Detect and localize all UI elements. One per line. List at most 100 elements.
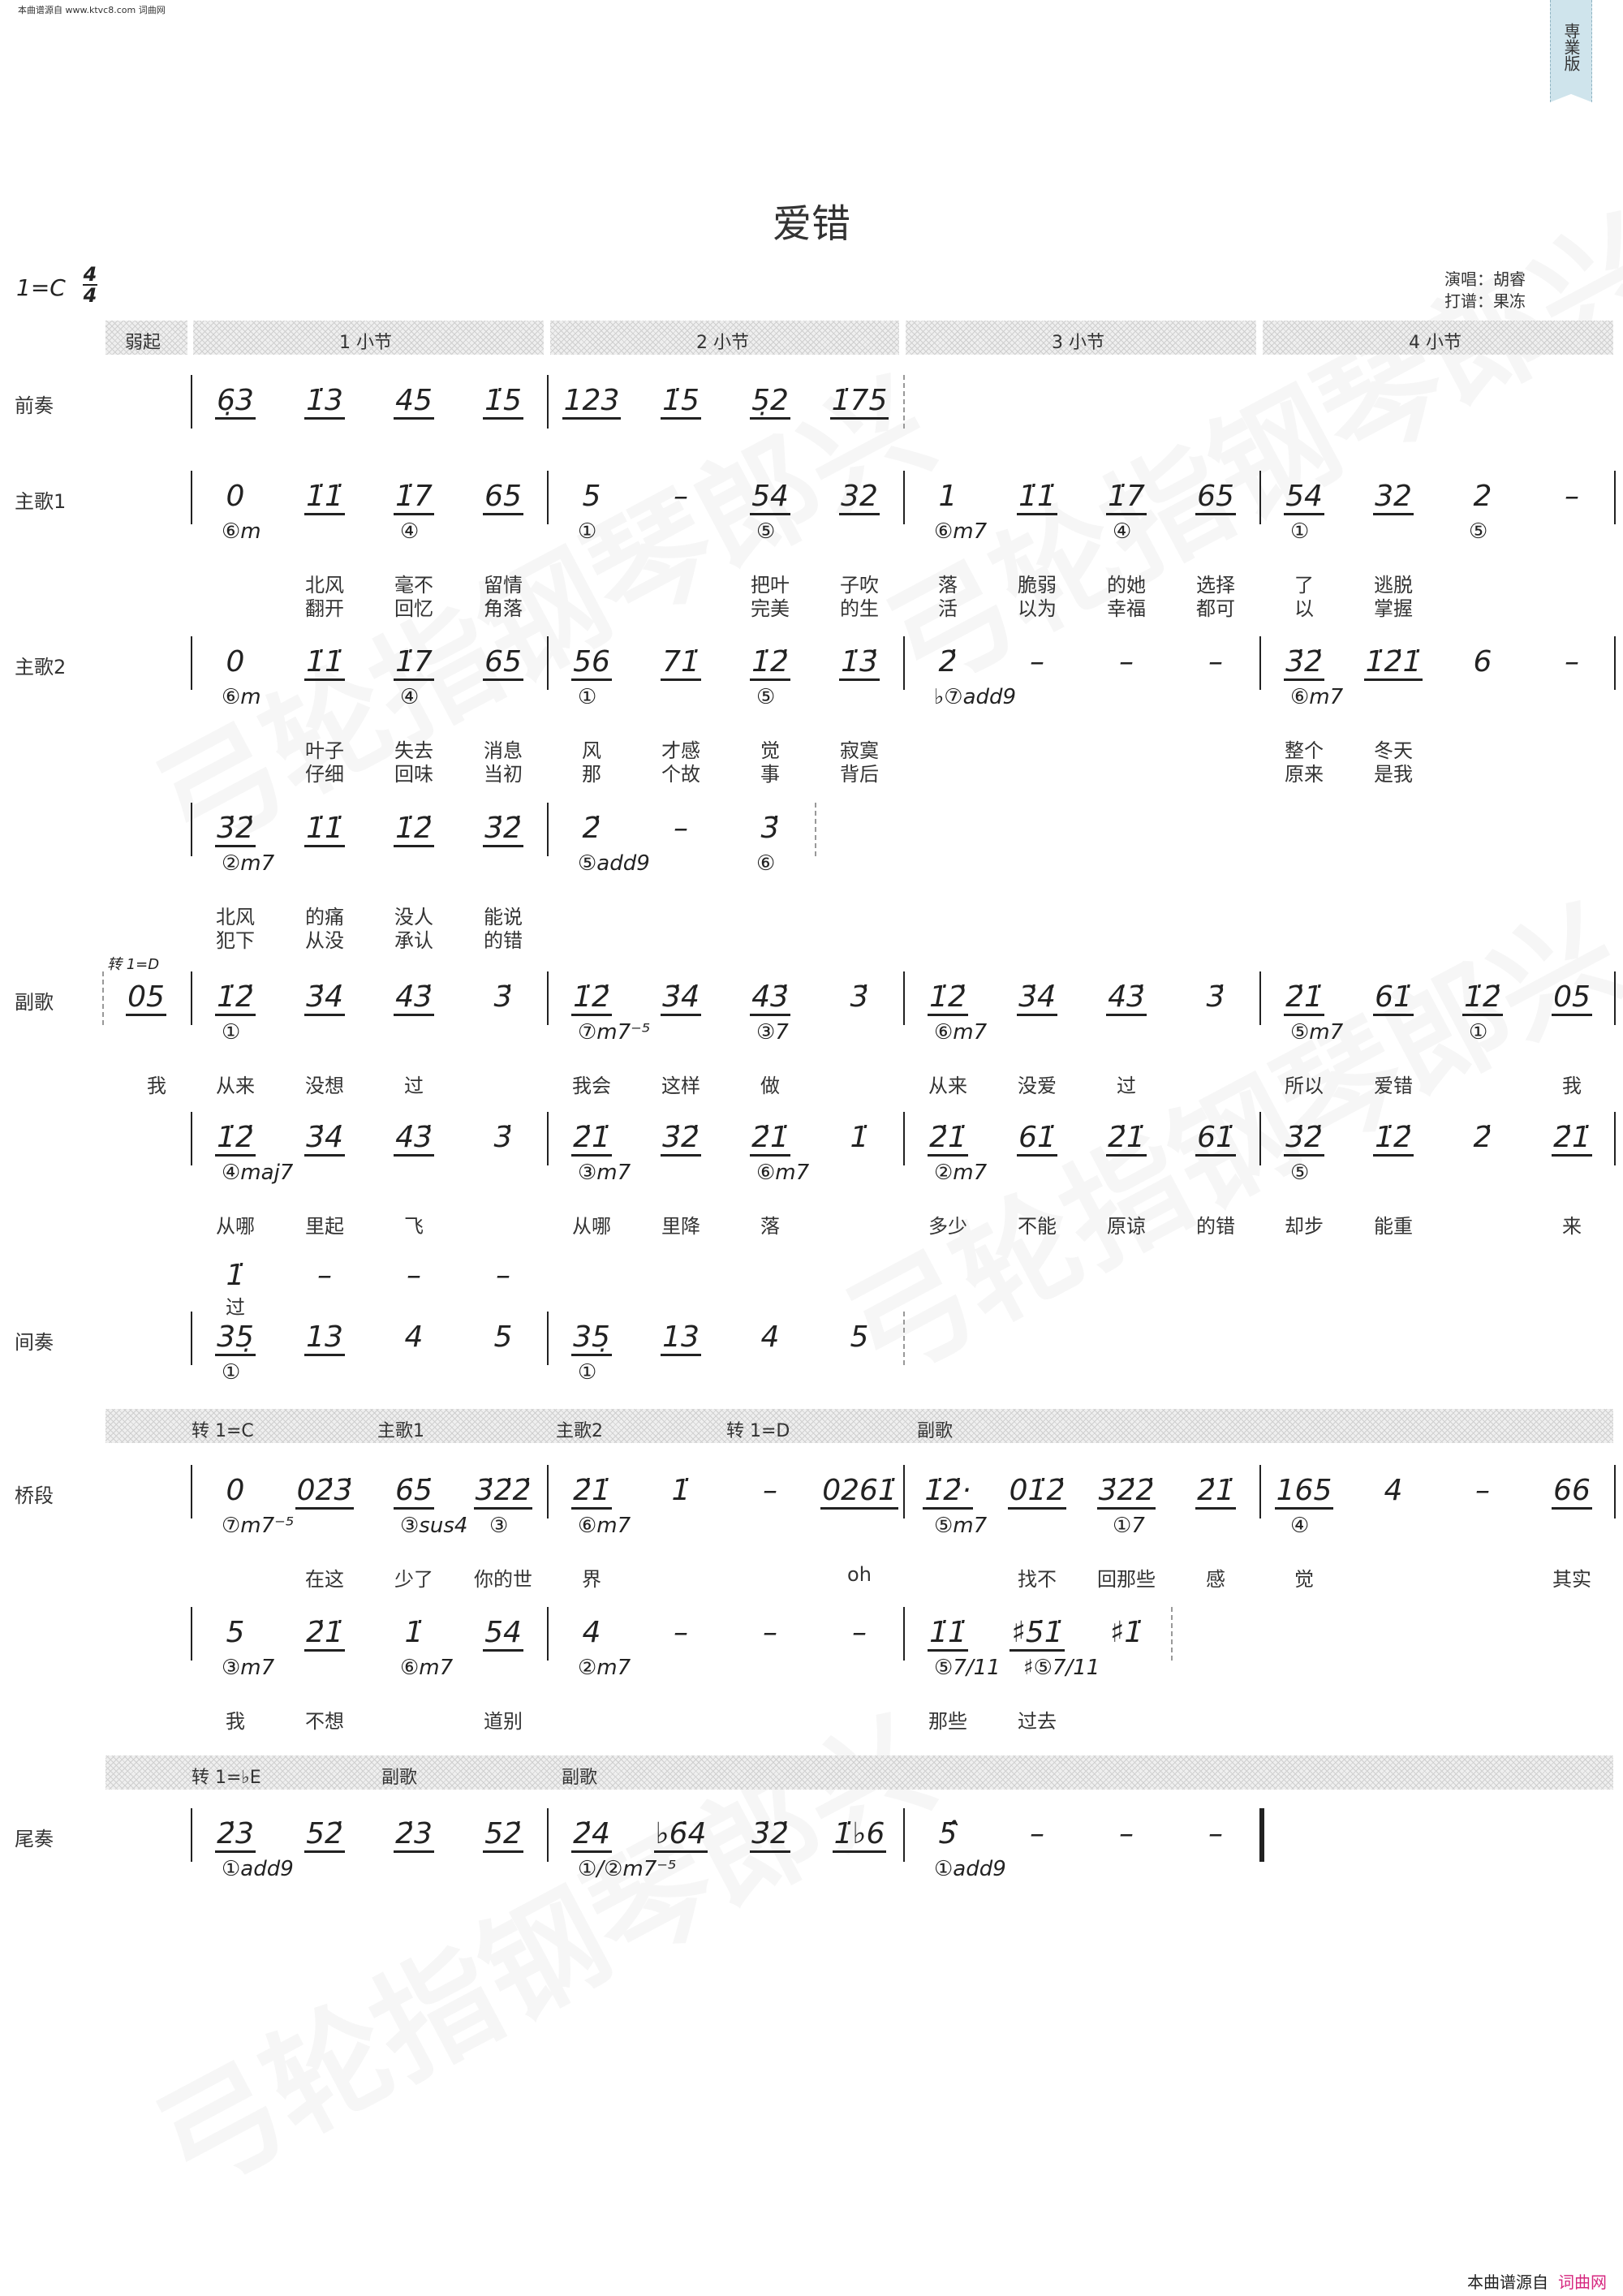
- meter-bottom: 4: [83, 284, 97, 307]
- lyric: 没想: [305, 1075, 344, 1097]
- note: 5: [850, 1320, 869, 1354]
- note: –: [1565, 645, 1579, 678]
- note: 3̇2̇: [195, 812, 276, 847]
- note: –: [1119, 1817, 1134, 1850]
- note: 6̣3: [195, 384, 276, 420]
- barline: [903, 636, 905, 690]
- lyric: 从来: [928, 1075, 967, 1097]
- note: 1̇: [850, 1121, 869, 1154]
- note: 2̇1̇: [907, 1121, 988, 1157]
- note: 3̇4̇: [640, 980, 721, 1016]
- note: 4̇3̇: [730, 980, 811, 1016]
- note: 1̇: [404, 1616, 424, 1649]
- note: 1̇2̇·: [907, 1474, 988, 1510]
- note: 5̣2: [730, 384, 811, 420]
- barline: [191, 1465, 192, 1518]
- note: 5̂: [938, 1817, 958, 1850]
- lyric: 里起: [305, 1215, 344, 1238]
- chord-symbol: ⑤: [1290, 1161, 1310, 1185]
- note: 65: [1175, 480, 1256, 515]
- note: 6: [1473, 645, 1492, 678]
- section-item: 转 1=C: [192, 1421, 254, 1441]
- lyric: 你的世: [474, 1568, 532, 1591]
- lyric: 完美: [751, 597, 790, 620]
- lyric: 落: [760, 1215, 780, 1238]
- lyric: 我会: [572, 1075, 611, 1097]
- chord-symbol: ④: [1290, 1514, 1310, 1538]
- chord-symbol: ①/②m7⁻⁵: [578, 1857, 677, 1881]
- lyric: 事: [760, 763, 780, 786]
- lyric: 掌握: [1374, 597, 1413, 620]
- note: 3̇: [493, 1121, 513, 1154]
- key-signature: 1=C: [16, 274, 66, 301]
- lyric: 里降: [661, 1215, 700, 1238]
- note: 1̇2̇1̇: [1353, 645, 1434, 681]
- lyric: 以: [1294, 597, 1314, 620]
- note: 54: [1264, 480, 1345, 515]
- note: 5: [582, 480, 601, 513]
- footer-brand-link[interactable]: 词曲网: [1558, 2269, 1607, 2293]
- note: 71̇: [640, 645, 721, 681]
- note: 3̇2̇: [463, 812, 544, 847]
- note: 61̇: [1175, 1121, 1256, 1157]
- chord-symbol: ②m7: [934, 1161, 988, 1185]
- chord-symbol: ①: [222, 1360, 241, 1385]
- note: 1̇2̇: [373, 812, 454, 847]
- chorus-key-change: 转 1=D: [107, 956, 160, 973]
- lyric: 都可: [1196, 597, 1235, 620]
- note: 1̇2̇: [730, 645, 811, 681]
- chord-symbol: ⑤m7: [1290, 1020, 1344, 1045]
- barline: [903, 1607, 905, 1661]
- note: 5: [226, 1616, 245, 1649]
- note: 1̇1̇: [284, 645, 365, 681]
- barline: [547, 471, 549, 524]
- section-bar-1: 转 1=C 主歌1 主歌2 转 1=D 副歌: [105, 1409, 1613, 1443]
- note: –: [1475, 1474, 1490, 1507]
- chord-symbol: ①add9: [222, 1857, 294, 1881]
- header-pickup: 弱起: [105, 321, 187, 355]
- lyric: 是我: [1374, 763, 1413, 786]
- lyric: 从哪: [216, 1215, 255, 1238]
- note: 32: [819, 480, 900, 515]
- chord-symbol: ⑥m7: [1290, 685, 1344, 709]
- chord-symbol: ⑥: [756, 851, 776, 876]
- lyric: 我: [226, 1710, 245, 1733]
- chord-symbol: ④: [1113, 519, 1132, 544]
- ribbon-text: 専業版: [1561, 23, 1581, 71]
- lyric: 仔细: [305, 763, 344, 786]
- chord-symbol: ⑥m: [222, 519, 261, 544]
- header-measure-2: 2 小节: [550, 321, 899, 355]
- lyric: 过去: [1018, 1710, 1057, 1733]
- lyric: 那些: [928, 1710, 967, 1733]
- section-item: 转 1=D: [726, 1421, 790, 1441]
- lyric: 从哪: [572, 1215, 611, 1238]
- note: –: [674, 812, 688, 845]
- note: 3̇2̇2̇: [463, 1474, 544, 1510]
- barline: [547, 971, 549, 1025]
- lyric: 回那些: [1097, 1568, 1156, 1591]
- barline: [547, 803, 549, 856]
- section-item: 主歌1: [377, 1421, 424, 1441]
- note: 2̇4: [551, 1817, 632, 1853]
- barline: [903, 971, 905, 1025]
- lyric: 原来: [1285, 763, 1324, 786]
- note: 1̇1̇: [907, 1616, 988, 1652]
- lyric: 翻开: [305, 597, 344, 620]
- header-measure-1: 1 小节: [193, 321, 544, 355]
- lyric: 我: [1562, 1075, 1582, 1097]
- barline: [102, 971, 104, 1025]
- chord-symbol: ③7: [756, 1020, 789, 1045]
- chord-symbol: ①: [578, 685, 597, 709]
- barline: [1259, 1112, 1261, 1165]
- note: 05: [105, 980, 187, 1016]
- chord-symbol: ⑥m7: [934, 1020, 988, 1045]
- note: 1̇3̇: [819, 645, 900, 681]
- note: 123: [551, 384, 632, 420]
- lyric: 的错: [1196, 1215, 1235, 1238]
- header-label: 3 小节: [1052, 333, 1104, 353]
- chord-symbol: ④: [400, 519, 420, 544]
- note: 0: [226, 480, 245, 513]
- note: –: [852, 1616, 867, 1649]
- lyric: 多少: [928, 1215, 967, 1238]
- note: 1̇7: [373, 645, 454, 681]
